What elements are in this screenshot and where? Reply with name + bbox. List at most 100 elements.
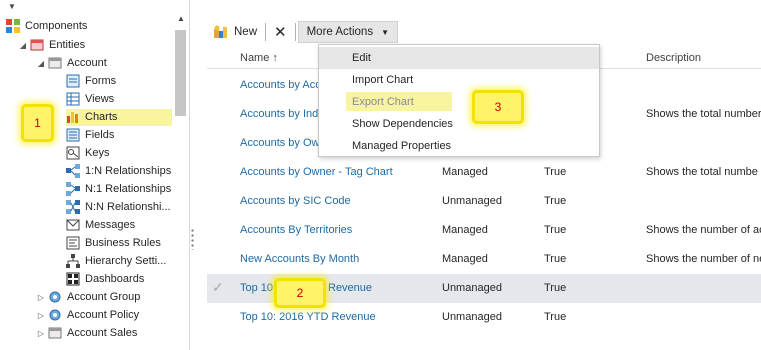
tree-item-label: Entities [49,39,86,51]
tree-item-nn-relationships[interactable]: N:N Relationshi... [66,198,171,216]
row-checkmark-icon[interactable]: ✓ [212,279,224,296]
menu-item-managed-properties[interactable]: Managed Properties [319,135,599,157]
chart-name-link[interactable]: Accounts by Owner - Tag Chart [240,166,393,178]
customizable-cell: True [544,311,567,323]
scroll-up-arrow-icon[interactable]: ▲ [177,14,185,23]
menu-item-label: Export Chart [352,96,414,108]
more-actions-label: More Actions [306,26,374,38]
tree-item-label: Forms [85,75,117,87]
toolbar-separator [294,23,296,41]
description-cell: Shows the number of ac [646,224,761,236]
tree-item-label: N:N Relationshi... [85,201,171,213]
customizable-cell: True [544,166,567,178]
customizable-cell: True [544,282,567,294]
collapsed-triangle-icon[interactable]: ▷ [36,311,46,320]
more-actions-button[interactable]: More Actions ▼ [297,21,398,43]
menu-item-label: Import Chart [352,74,414,86]
tree-item-forms[interactable]: Forms [66,72,116,90]
tree-item-label: Dashboards [85,273,145,285]
new-button[interactable]: New [207,21,263,43]
tree-item-label: N:1 Relationships [85,183,172,195]
tree-item-hierarchy-settings[interactable]: Hierarchy Setti... [66,252,166,270]
keys-icon [66,146,80,160]
tree-item-label: Messages [85,219,136,231]
expanded-triangle-icon[interactable]: ◢ [18,41,28,50]
managed-state-cell: Managed [442,166,488,178]
table-row[interactable]: Accounts by SIC Code Unmanaged True [207,187,761,216]
menu-item-export-chart[interactable]: Export Chart [319,91,599,113]
tree-item-components[interactable]: Components [6,17,87,35]
chart-name-link[interactable]: Accounts by Acc [240,79,321,91]
callout-1: 1 [21,104,54,142]
collapsed-triangle-icon[interactable]: ▷ [36,293,46,302]
forms-icon [66,74,80,88]
messages-icon [66,218,80,232]
solution-explorer-tree: ▼ ▲ Components ◢ Entities ◢ Account Form… [0,0,190,350]
customizable-cell: True [544,253,567,265]
chart-name-link[interactable]: Accounts by Ind [240,108,318,120]
column-header-name[interactable]: Name ↑ [240,52,278,64]
tree-item-dashboards[interactable]: Dashboards [66,270,144,288]
callout-3: 3 [472,90,524,124]
tree-item-label: Charts [85,111,118,123]
relationship-icon [66,182,80,196]
collapse-caret-icon[interactable]: ▼ [8,2,16,11]
tree-item-messages[interactable]: Messages [66,216,135,234]
views-icon [66,92,80,106]
menu-item-edit[interactable]: Edit [319,47,599,69]
expanded-triangle-icon[interactable]: ◢ [36,59,46,68]
delete-icon: ✕ [274,24,287,41]
chart-name-link[interactable]: Accounts by SIC Code [240,195,351,207]
menu-item-import-chart[interactable]: Import Chart [319,69,599,91]
managed-state-cell: Unmanaged [442,195,502,207]
chart-name-link[interactable]: Accounts By Territories [240,224,352,236]
charts-icon [66,110,80,124]
menu-item-label: Edit [352,52,371,64]
customizable-cell: True [544,224,567,236]
tree-scrollbar-thumb[interactable] [175,30,186,116]
tree-item-label: 1:N Relationships [85,165,172,177]
chart-name-link[interactable]: Accounts by Ow [240,137,319,149]
tree-item-fields[interactable]: Fields [66,126,114,144]
description-cell: Shows the total numbe [646,166,758,178]
table-row[interactable]: Accounts By Territories Managed True Sho… [207,216,761,245]
delete-button[interactable]: ✕ [268,21,293,43]
description-cell: Shows the total number [646,108,761,120]
tree-item-business-rules[interactable]: Business Rules [66,234,161,252]
tree-item-label: Account Sales [67,327,138,339]
tree-item-account-group[interactable]: ▷ Account Group [36,288,140,306]
toolbar-separator [265,23,267,41]
managed-state-cell: Managed [442,224,488,236]
tree-item-views[interactable]: Views [66,90,114,108]
table-row[interactable]: Accounts by Owner - Tag Chart Managed Tr… [207,158,761,187]
tree-item-charts[interactable]: Charts [66,108,117,126]
tree-item-label: Account [67,57,107,69]
tree-item-n1-relationships[interactable]: N:1 Relationships [66,180,171,198]
column-header-description[interactable]: Description [646,52,701,64]
managed-state-cell: Unmanaged [442,282,502,294]
menu-item-show-dependencies[interactable]: Show Dependencies [319,113,599,135]
new-button-label: New [234,26,258,38]
callout-number: 2 [296,286,304,300]
tree-item-label: Components [25,20,88,32]
chart-name-link-tail[interactable]: Revenue [328,282,372,294]
new-icon [213,25,229,39]
chart-name-link[interactable]: Top 10: 2016 YTD Revenue [240,311,376,323]
entity-icon [48,326,62,340]
customizable-cell: True [544,195,567,207]
tree-item-label: Account Group [67,291,141,303]
tree-item-account-policy[interactable]: ▷ Account Policy [36,306,139,324]
entity-gear-icon [48,290,62,304]
tree-item-entities[interactable]: ◢ Entities [18,36,85,54]
business-rules-icon [66,236,80,250]
hierarchy-icon [66,254,80,268]
tree-item-account[interactable]: ◢ Account [36,54,107,72]
chart-name-link[interactable]: New Accounts By Month [240,253,359,265]
collapsed-triangle-icon[interactable]: ▷ [36,329,46,338]
pane-splitter[interactable] [191,228,194,250]
tree-item-1n-relationships[interactable]: 1:N Relationships [66,162,171,180]
chart-name-link[interactable]: Top 10: [240,282,276,294]
tree-item-keys[interactable]: Keys [66,144,109,162]
tree-item-account-sales[interactable]: ▷ Account Sales [36,324,137,342]
table-row[interactable]: New Accounts By Month Managed True Shows… [207,245,761,274]
